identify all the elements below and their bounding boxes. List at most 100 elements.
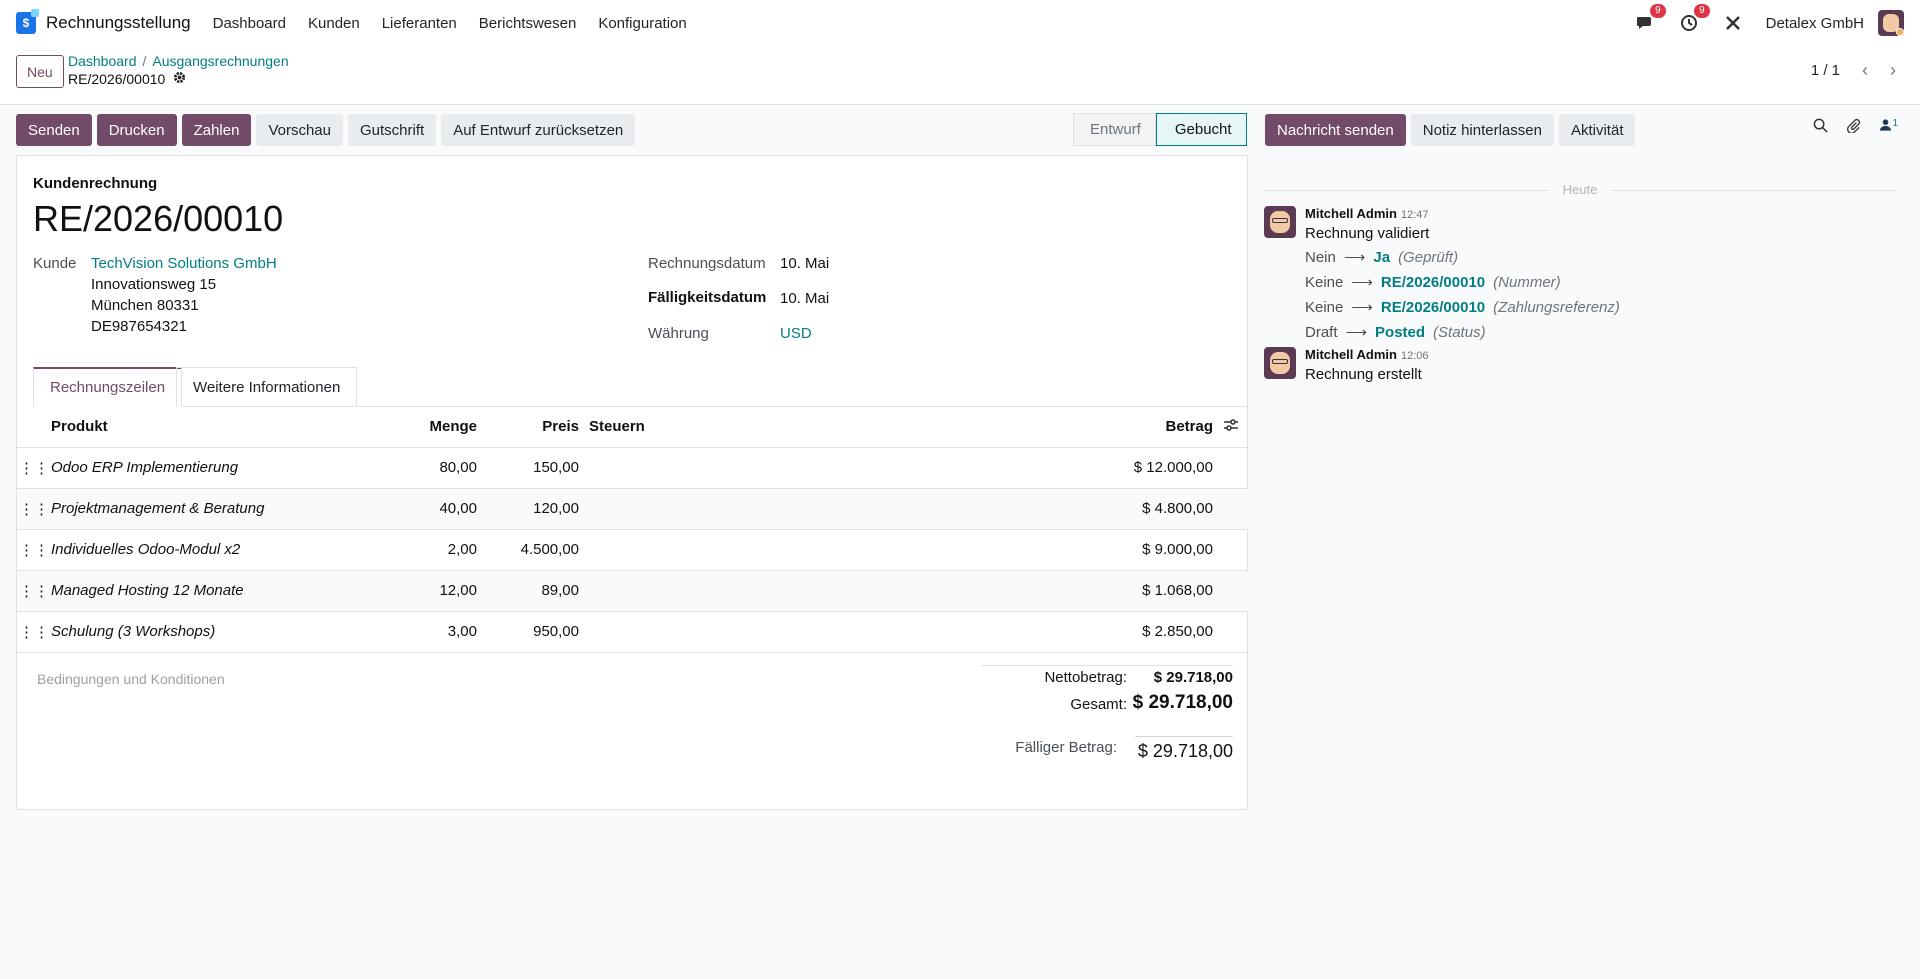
message-author[interactable]: Mitchell Admin 12:47 [1305,206,1429,221]
line-qty[interactable]: 40,00 [371,488,477,530]
drag-handle-icon[interactable]: ⋮⋮ [17,488,51,530]
new-button[interactable]: Neu [16,55,64,88]
due-date-field[interactable]: 10. Mai [780,290,829,307]
activities-clock-icon[interactable]: 9 [1678,4,1710,34]
menu-berichtswesen[interactable]: Berichtswesen [479,15,577,32]
line-taxes[interactable] [579,611,979,653]
line-amount: $ 1.068,00 [979,570,1213,612]
print-button[interactable]: Drucken [96,114,177,146]
currency-field[interactable]: USD [780,325,812,342]
drag-handle-icon[interactable]: ⋮⋮ [17,570,51,612]
avatar[interactable] [1264,206,1296,238]
menu-konfiguration[interactable]: Konfiguration [598,15,686,32]
line-taxes[interactable] [579,488,979,530]
line-product[interactable]: Managed Hosting 12 Monate [51,570,371,612]
status-draft[interactable]: Entwurf [1073,113,1156,146]
header-taxes[interactable]: Steuern [579,407,979,448]
breadcrumb: Dashboard / Ausgangsrechnungen [68,53,289,69]
status-posted[interactable]: Gebucht [1155,113,1247,146]
menu-lieferanten[interactable]: Lieferanten [382,15,457,32]
company-switcher[interactable]: Detalex GmbH [1766,15,1864,32]
line-qty[interactable]: 3,00 [371,611,477,653]
app-logo-icon[interactable]: $ [16,9,39,34]
tab-invoice-lines[interactable]: Rechnungszeilen [33,367,183,407]
notebook-tabs: Rechnungszeilen Weitere Informationen [33,367,1248,407]
line-taxes[interactable] [579,447,979,489]
breadcrumb-ausgangsrechnungen[interactable]: Ausgangsrechnungen [152,53,288,69]
line-price[interactable]: 120,00 [477,488,579,530]
line-price[interactable]: 150,00 [477,447,579,489]
table-row[interactable]: ⋮⋮ Projektmanagement & Beratung 40,00 12… [17,488,1248,530]
invoice-date-field[interactable]: 10. Mai [780,255,829,272]
invoice-form-sheet: Kundenrechnung RE/2026/00010 Kunde TechV… [16,155,1248,810]
net-amount-label: Nettobetrag: [1044,669,1127,686]
header-product[interactable]: Produkt [51,407,371,448]
search-icon[interactable] [1813,118,1829,138]
line-qty[interactable]: 12,00 [371,570,477,612]
status-bar: Entwurf Gebucht [1073,113,1247,146]
activity-button[interactable]: Aktivität [1558,114,1636,146]
drag-handle-icon[interactable]: ⋮⋮ [17,611,51,653]
breadcrumb-dashboard[interactable]: Dashboard [68,53,137,69]
line-taxes[interactable] [579,570,979,612]
followers-count: 1 [1892,118,1898,129]
line-price[interactable]: 89,00 [477,570,579,612]
messages-icon[interactable]: 9 [1634,4,1666,34]
table-row[interactable]: ⋮⋮ Schulung (3 Workshops) 3,00 950,00 $ … [17,611,1248,653]
chevron-left-icon[interactable]: ‹ [1862,60,1868,81]
line-amount: $ 4.800,00 [979,488,1213,530]
table-row[interactable]: ⋮⋮ Managed Hosting 12 Monate 12,00 89,00… [17,570,1248,612]
line-product[interactable]: Individuelles Odoo-Modul x2 [51,529,371,571]
message-time: 12:06 [1400,350,1429,362]
pay-button[interactable]: Zahlen [181,114,252,146]
line-taxes[interactable] [579,529,979,571]
preview-button[interactable]: Vorschau [256,114,343,146]
paperclip-icon[interactable] [1846,118,1861,138]
menu-dashboard[interactable]: Dashboard [213,15,286,32]
terms-conditions-input[interactable]: Bedingungen und Konditionen [37,671,225,687]
send-message-button[interactable]: Nachricht senden [1265,114,1406,146]
table-row[interactable]: ⋮⋮ Odoo ERP Implementierung 80,00 150,00… [17,447,1248,489]
invoice-number: RE/2026/00010 [33,198,284,239]
line-qty[interactable]: 80,00 [371,447,477,489]
customer-link[interactable]: TechVision Solutions GmbH [91,255,277,272]
header-qty[interactable]: Menge [371,407,477,448]
reset-to-draft-button[interactable]: Auf Entwurf zurücksetzen [441,114,636,146]
document-type: Kundenrechnung [33,175,158,192]
drag-handle-icon[interactable]: ⋮⋮ [17,529,51,571]
pager: 1 / 1 ‹ › [1811,60,1896,81]
record-name: RE/2026/00010 [68,71,166,87]
chevron-right-icon[interactable]: › [1890,60,1896,81]
line-price[interactable]: 950,00 [477,611,579,653]
column-settings-icon[interactable] [1213,407,1248,448]
currency-label: Währung [648,325,709,342]
invoice-date-label: Rechnungsdatum [648,255,766,272]
table-row[interactable]: ⋮⋮ Individuelles Odoo-Modul x2 2,00 4.50… [17,529,1248,571]
tools-icon[interactable] [1722,12,1744,34]
line-product[interactable]: Schulung (3 Workshops) [51,611,371,653]
line-qty[interactable]: 2,00 [371,529,477,571]
line-product[interactable]: Odoo ERP Implementierung [51,447,371,489]
tab-other-info[interactable]: Weitere Informationen [176,367,358,407]
pager-value[interactable]: 1 / 1 [1811,62,1840,79]
log-note-button[interactable]: Notiz hinterlassen [1410,114,1554,146]
header-price[interactable]: Preis [477,407,579,448]
user-avatar[interactable] [1878,10,1904,36]
date-separator: Heute [1264,182,1896,197]
chatter-actions: Nachricht senden Notiz hinterlassen Akti… [1265,114,1636,146]
send-button[interactable]: Senden [16,114,92,146]
gear-icon[interactable] [173,71,186,87]
credit-note-button[interactable]: Gutschrift [348,114,437,146]
line-price[interactable]: 4.500,00 [477,529,579,571]
drag-handle-icon[interactable]: ⋮⋮ [17,447,51,489]
app-name[interactable]: Rechnungsstellung [46,13,191,33]
line-product[interactable]: Projektmanagement & Beratung [51,488,371,530]
menu-kunden[interactable]: Kunden [308,15,360,32]
header-amount[interactable]: Betrag [979,407,1213,448]
message-author[interactable]: Mitchell Admin 12:06 [1305,347,1429,362]
action-buttons: Senden Drucken Zahlen Vorschau Gutschrif… [16,114,636,146]
avatar[interactable] [1264,347,1296,379]
arrow-right-icon: ⟶ [1345,324,1368,341]
tracking-line: Keine ⟶ RE/2026/00010 (Nummer) [1305,273,1561,292]
followers-icon[interactable]: 1 [1879,118,1898,138]
